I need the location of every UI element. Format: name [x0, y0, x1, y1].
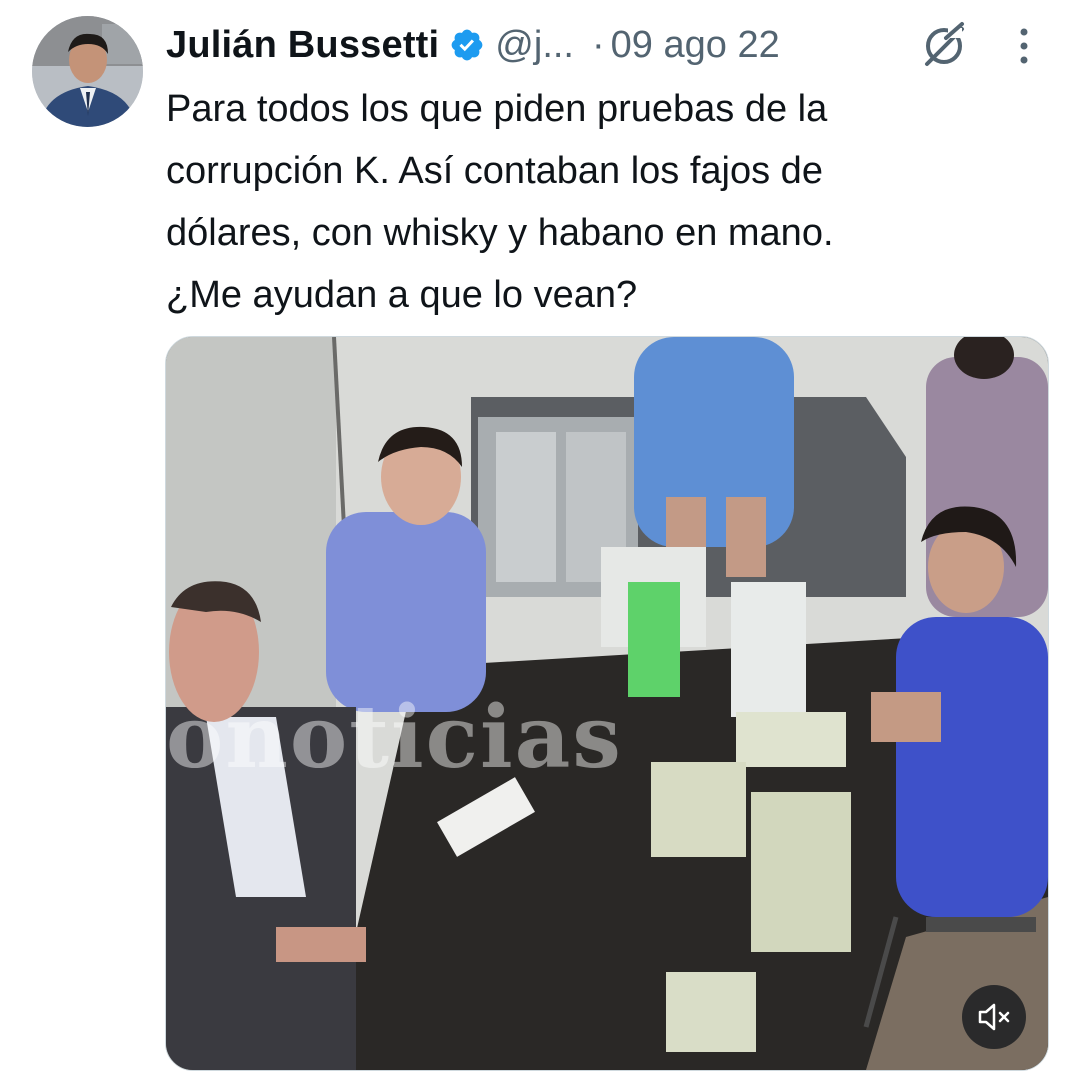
tweet-header: Julián Bussetti @j... · 09 ago 22: [166, 18, 1056, 72]
author-name[interactable]: Julián Bussetti: [166, 24, 439, 67]
header-separator: ·: [592, 23, 605, 66]
tweet-text: Para todos los que piden pruebas de la c…: [166, 88, 834, 316]
video-watermark: onoticias: [166, 687, 623, 788]
tweet-video[interactable]: onoticias: [165, 336, 1049, 1071]
author-handle[interactable]: @j...: [495, 24, 574, 67]
verified-badge-icon[interactable]: [449, 27, 485, 63]
author-avatar[interactable]: [32, 16, 143, 127]
tweet-date[interactable]: 09 ago 22: [611, 24, 780, 67]
mute-button[interactable]: [962, 985, 1026, 1049]
speaker-muted-icon: [976, 999, 1012, 1035]
grok-icon[interactable]: [918, 20, 970, 72]
more-vertical-icon[interactable]: [1004, 22, 1044, 70]
